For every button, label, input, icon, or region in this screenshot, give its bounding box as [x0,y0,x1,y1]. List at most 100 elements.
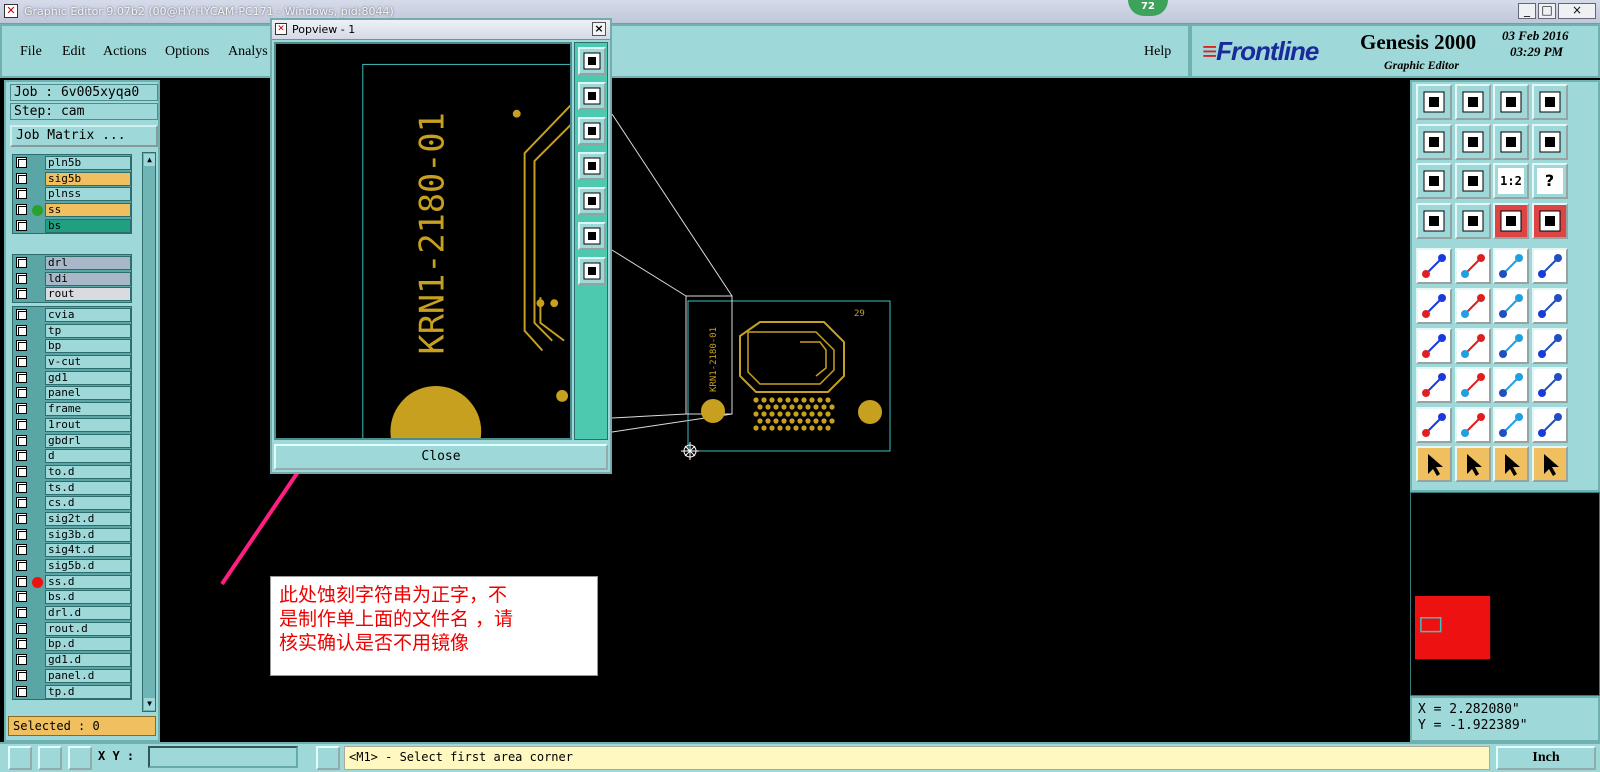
pan-right-icon[interactable] [1454,123,1491,160]
select-poly-icon[interactable] [1493,446,1529,483]
layer-checkbox[interactable] [16,512,27,524]
xy-input[interactable] [148,746,298,768]
layer-row[interactable]: rout [13,286,131,302]
layer-checkbox[interactable] [16,622,27,634]
layer-row[interactable]: tp.d [13,684,131,700]
layer-checkbox[interactable] [16,685,27,697]
layer-checkbox[interactable] [16,638,27,650]
layer-checkbox[interactable] [16,324,27,336]
edit-shape-icon[interactable] [1454,248,1491,285]
layer-checkbox[interactable] [16,591,27,603]
zoom-in-icon[interactable] [578,257,606,285]
layer-name[interactable]: gbdrl [45,433,131,448]
layer-checkbox[interactable] [16,544,27,556]
layer-checkbox[interactable] [16,607,27,619]
scale-1-2-icon[interactable]: 1:2 [1493,163,1529,200]
layer-row[interactable]: gd1 [13,370,131,386]
overview-minimap[interactable] [1410,492,1600,696]
layer-checkbox[interactable] [16,219,27,231]
pan-left-icon[interactable] [1416,123,1452,160]
layer-name[interactable]: ts.d [45,480,131,495]
layer-row[interactable]: gbdrl [13,433,131,449]
layer-name[interactable]: panel.d [45,668,131,683]
layer-name[interactable]: rout [45,287,131,302]
layer-row[interactable]: bp [13,338,131,354]
pad-icon[interactable] [1531,248,1568,285]
delete-icon[interactable] [1454,288,1491,324]
layer-checkbox[interactable] [16,560,27,571]
scroll-up-icon[interactable]: ▲ [144,154,155,166]
maximize-button[interactable]: □ [1538,3,1556,19]
layer-row[interactable]: cvia [13,307,131,323]
merge-icon[interactable] [1531,367,1568,404]
fill-icon[interactable] [1493,406,1529,443]
layer-name[interactable]: ss [45,203,131,218]
layer-name[interactable]: bp [45,339,131,354]
layer-checkbox[interactable] [16,654,27,666]
pan-left-icon[interactable] [578,152,606,180]
layer-row[interactable]: ts.d [13,480,131,496]
cut-icon[interactable] [1454,367,1491,404]
snap-icon[interactable] [8,746,32,770]
menu-edit[interactable]: Edit [62,44,85,60]
layer-row[interactable]: bs [13,218,131,234]
angle-snap-icon[interactable] [38,746,62,770]
layer-row[interactable]: bs.d [13,589,131,605]
layer-row[interactable]: panel.d [13,668,131,684]
menu-options[interactable]: Options [165,44,209,60]
layer-row[interactable]: rout.d [13,621,131,637]
measure-icon[interactable] [1416,202,1452,239]
layer-checkbox[interactable] [16,403,27,415]
layer-row[interactable]: sig5b [13,171,131,187]
layer-checkbox[interactable] [16,356,27,368]
layer-name[interactable]: v-cut [45,355,131,370]
layer-name[interactable]: 1rout [45,417,131,432]
layer-name[interactable]: bp.d [45,637,131,652]
help-icon[interactable]: ? [1531,163,1568,200]
layer-row[interactable]: pln5b [13,155,131,171]
home-view-icon[interactable] [1493,84,1529,120]
layer-row[interactable]: sig4t.d [13,542,131,558]
layer-row[interactable]: bp.d [13,636,131,652]
rotate-icon[interactable] [1493,327,1529,364]
surface-icon[interactable] [1416,406,1452,443]
connect-icon[interactable] [1416,288,1452,324]
layer-name[interactable]: drl [45,256,131,270]
resize-icon[interactable] [1493,367,1529,404]
popview-canvas[interactable]: KRN1-2180-01 [274,42,572,440]
layer-checkbox[interactable] [16,157,27,168]
layer-checkbox[interactable] [16,528,27,540]
layer-row[interactable]: 1rout [13,417,131,433]
layer-row[interactable]: ss [13,202,131,218]
layer-name[interactable]: cs.d [45,496,131,511]
zoom-back-icon[interactable] [1493,123,1529,160]
layer-name[interactable]: rout.d [45,621,131,636]
layer-name[interactable]: tp [45,323,131,338]
layer-checkbox[interactable] [16,272,27,284]
select-box-icon[interactable] [1454,446,1491,483]
layer-name[interactable]: bs [45,218,131,233]
zoom-in-icon[interactable] [1454,163,1491,200]
pan-down-icon[interactable] [1454,84,1491,120]
layer-checkbox[interactable] [16,204,27,216]
layer-checkbox[interactable] [16,340,27,352]
layer-row[interactable]: drl.d [13,605,131,621]
layer-name[interactable]: pln5b [45,156,131,170]
layer-row[interactable]: sig3b.d [13,527,131,543]
layer-row[interactable]: panel [13,385,131,401]
line-icon[interactable] [1416,327,1452,364]
layer-checkbox[interactable] [16,418,27,430]
arc-icon[interactable] [1454,327,1491,364]
layer-checkbox[interactable] [16,188,27,200]
move-icon[interactable] [1493,288,1529,324]
layer-scrollbar[interactable]: ▲ ▼ [142,152,156,712]
layer-checkbox[interactable] [16,309,27,320]
minimize-button[interactable]: _ [1518,3,1536,19]
layer-checkbox[interactable] [16,172,27,184]
layer-name[interactable]: panel [45,386,131,401]
layer-name[interactable]: gd1 [45,370,131,385]
menu-actions[interactable]: Actions [103,44,147,60]
net-snap-icon[interactable] [1531,202,1568,239]
zoom-out-icon[interactable] [578,222,606,250]
layer-row[interactable]: tp [13,323,131,339]
